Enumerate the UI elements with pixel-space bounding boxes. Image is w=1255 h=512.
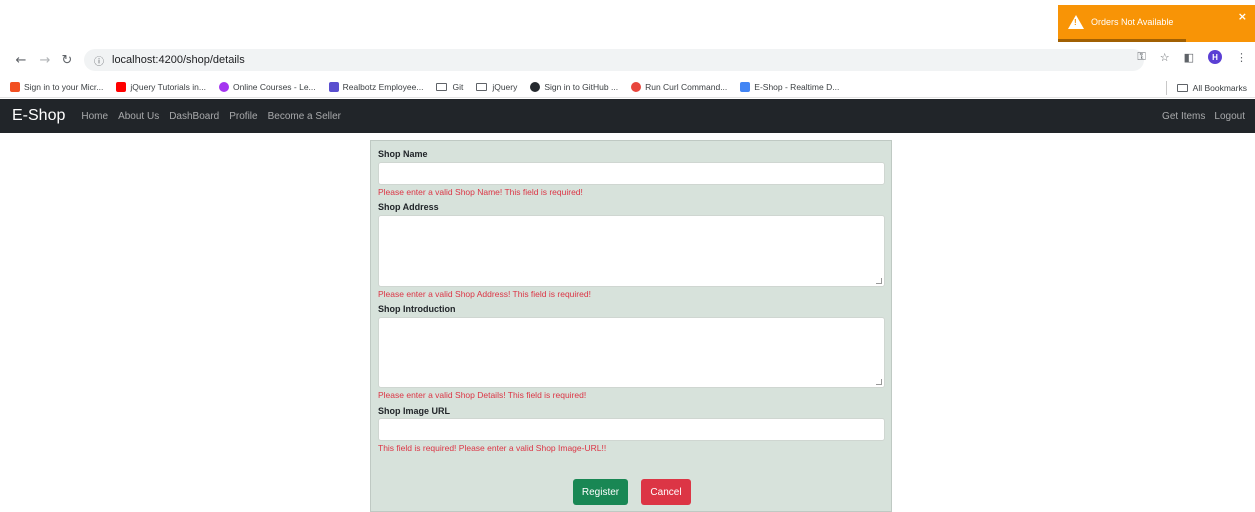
shop-address-error: Please enter a valid Shop Address! This … — [378, 289, 591, 299]
nav-become-seller[interactable]: Become a Seller — [268, 111, 341, 122]
bookmark-label: jQuery Tutorials in... — [130, 81, 206, 92]
register-button[interactable]: Register — [573, 479, 628, 505]
bookmark-item[interactable]: E-Shop - Realtime D... — [740, 81, 840, 92]
resize-handle-icon[interactable] — [876, 278, 882, 284]
bookmark-item[interactable]: jQuery — [476, 82, 517, 92]
bookmark-label: Realbotz Employee... — [342, 81, 424, 92]
nav-get-items[interactable]: Get Items — [1162, 111, 1205, 122]
toolbar-actions: ⚿ ☆ ◧ H ⋮ — [1137, 50, 1247, 64]
all-bookmarks[interactable]: All Bookmarks — [1165, 81, 1247, 95]
bookmark-item[interactable]: Online Courses - Le... — [218, 81, 316, 92]
bookmark-label: jQuery — [492, 81, 518, 92]
folder-icon — [476, 82, 488, 91]
url-text: localhost:4200/shop/details — [112, 54, 245, 66]
all-bookmarks-label: All Bookmarks — [1192, 83, 1247, 93]
shop-image-input[interactable] — [378, 418, 885, 441]
shop-name-error: Please enter a valid Shop Name! This fie… — [378, 187, 583, 197]
forward-arrow-icon[interactable]: → — [34, 49, 56, 71]
shop-image-error: This field is required! Please enter a v… — [378, 443, 607, 453]
nav-dashboard[interactable]: DashBoard — [169, 111, 219, 122]
bookmarks-separator — [1165, 81, 1167, 95]
bookmark-item[interactable]: Sign in to GitHub ... — [530, 81, 619, 92]
nav-home[interactable]: Home — [81, 111, 108, 122]
bookmark-label: E-Shop - Realtime D... — [754, 81, 840, 92]
folder-icon — [436, 82, 448, 91]
shop-intro-label: Shop Introduction — [378, 304, 456, 314]
shop-name-label: Shop Name — [378, 149, 428, 159]
curl-icon — [631, 81, 642, 92]
address-bar[interactable]: ⓘ localhost:4200/shop/details — [84, 49, 1144, 71]
bookmark-item[interactable]: jQuery Tutorials in... — [116, 81, 206, 92]
microsoft-icon — [10, 81, 20, 92]
bookmark-item[interactable]: Run Curl Command... — [631, 81, 728, 92]
resize-handle-icon[interactable] — [876, 379, 882, 385]
nav-profile[interactable]: Profile — [229, 111, 257, 122]
bookmarks-bar: Sign in to your Micr... jQuery Tutorials … — [0, 76, 1255, 98]
nav-about-us[interactable]: About Us — [118, 111, 159, 122]
bookmark-label: Online Courses - Le... — [232, 81, 316, 92]
bookmark-star-icon[interactable]: ☆ — [1160, 51, 1170, 64]
github-icon — [530, 81, 541, 92]
shop-address-textarea[interactable] — [378, 215, 885, 287]
profile-avatar[interactable]: H — [1208, 50, 1222, 64]
warning-icon-mark: ! — [1074, 18, 1077, 27]
bookmark-item[interactable]: Realbotz Employee... — [328, 81, 424, 92]
toast-message: Orders Not Available — [1091, 17, 1174, 27]
toast-progress-bar — [1058, 39, 1187, 42]
google-icon — [740, 81, 751, 92]
shop-intro-error: Please enter a valid Shop Details! This … — [378, 390, 587, 400]
shop-image-label: Shop Image URL — [378, 406, 451, 416]
password-key-icon[interactable]: ⚿ — [1137, 50, 1145, 64]
brand-logo[interactable]: E-Shop — [12, 107, 65, 125]
shop-name-input[interactable] — [378, 162, 885, 185]
bookmark-label: Sign in to your Micr... — [24, 81, 104, 92]
realbotz-icon — [328, 81, 339, 92]
bookmark-label: Run Curl Command... — [645, 81, 728, 92]
browser-toolbar: ← → ↻ ⓘ localhost:4200/shop/details ⚿ ☆ … — [0, 44, 1255, 76]
toast-warning: ! Orders Not Available × — [1058, 5, 1255, 42]
app-navbar: E-Shop Home About Us DashBoard Profile B… — [0, 99, 1255, 133]
back-arrow-icon[interactable]: ← — [10, 49, 32, 71]
site-info-icon[interactable]: ⓘ — [94, 53, 104, 68]
bookmark-label: Git — [452, 81, 464, 92]
navbar-right: Get Items Logout — [1162, 99, 1245, 133]
bookmark-item[interactable]: Sign in to your Micr... — [10, 81, 104, 92]
shop-intro-textarea[interactable] — [378, 317, 885, 388]
side-panel-icon[interactable]: ◧ — [1184, 51, 1194, 64]
shop-details-form: Shop Name Please enter a valid Shop Name… — [370, 140, 892, 512]
folder-icon — [1176, 84, 1188, 92]
udemy-icon — [218, 81, 229, 92]
nav-logout[interactable]: Logout — [1214, 111, 1245, 122]
reload-icon[interactable]: ↻ — [56, 49, 78, 71]
shop-address-label: Shop Address — [378, 202, 439, 212]
menu-kebab-icon[interactable]: ⋮ — [1236, 51, 1247, 64]
bookmark-item[interactable]: Git — [436, 82, 463, 92]
bookmark-label: Sign in to GitHub ... — [544, 81, 619, 92]
cancel-button[interactable]: Cancel — [641, 479, 691, 505]
youtube-icon — [116, 81, 127, 92]
close-icon[interactable]: × — [1238, 10, 1247, 23]
